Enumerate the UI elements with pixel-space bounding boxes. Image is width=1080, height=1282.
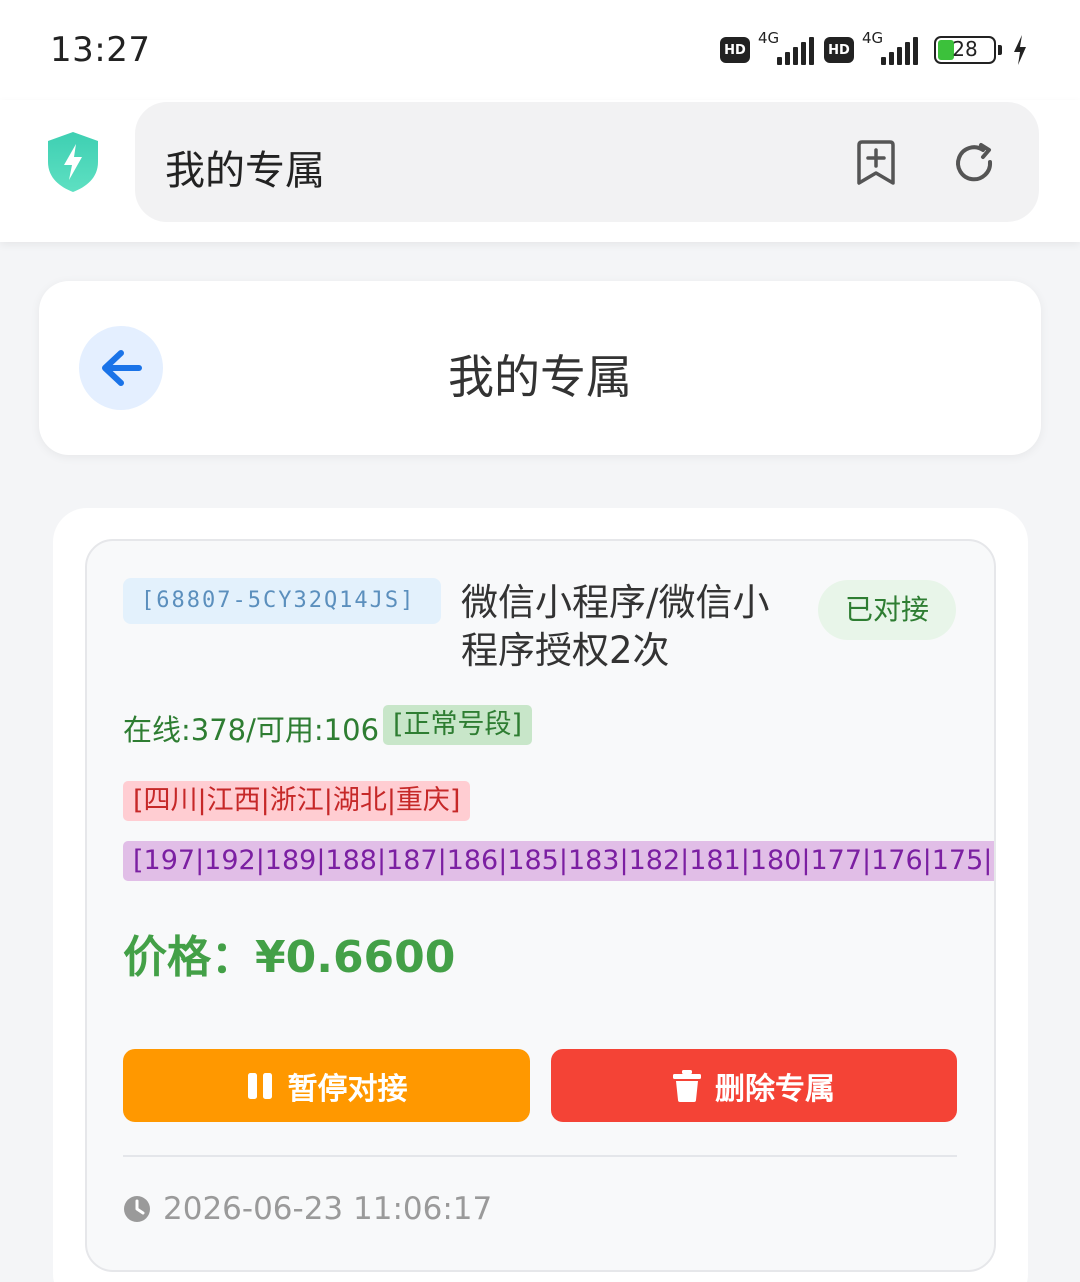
page-header: 我的专属 xyxy=(39,281,1041,455)
address-bar[interactable]: 我的专属 xyxy=(135,102,1039,222)
browser-bar: 我的专属 xyxy=(0,100,1080,242)
status-badge: 已对接 xyxy=(818,580,956,640)
prefixes-row: [197|192|189|188|187|186|185|183|182|181… xyxy=(123,841,994,881)
regions-tag: [四川|江西|浙江|湖北|重庆] xyxy=(123,781,471,821)
status-icons: HD 4G HD 4G 28 xyxy=(720,29,1028,70)
pause-docking-button[interactable]: 暂停对接 xyxy=(123,1049,530,1122)
segment-tag: [正常号段] xyxy=(383,705,533,745)
pause-docking-label: 暂停对接 xyxy=(287,1071,408,1107)
service-name: 微信小程序/微信小程序授权2次 xyxy=(461,581,770,672)
hd-voice-icon-2: HD xyxy=(824,37,854,63)
charging-icon xyxy=(1014,35,1026,65)
pause-icon xyxy=(247,1072,272,1099)
trash-icon xyxy=(673,1069,701,1102)
item-code-badge: [68807-5CY32Q14JS] xyxy=(123,578,441,624)
card-divider xyxy=(123,1155,957,1157)
page-title: 我的专属 xyxy=(448,350,632,404)
created-time: 2026-06-23 11:06:17 xyxy=(123,1191,492,1227)
online-count: 在线:378/可用:106 xyxy=(123,713,380,747)
prefixes-tag: [197|192|189|188|187|186|185|183|182|181… xyxy=(123,841,994,881)
shield-bolt-icon xyxy=(48,132,98,192)
network-type-label-2: 4G xyxy=(862,29,884,47)
battery-icon: 28 xyxy=(934,36,1002,64)
address-bar-title: 我的专属 xyxy=(165,148,325,194)
delete-exclusive-button[interactable]: 删除专属 xyxy=(551,1049,957,1122)
signal-icon-2: 4G xyxy=(862,29,920,69)
signal-icon: 4G xyxy=(758,29,816,69)
network-type-label: 4G xyxy=(758,29,780,47)
content-card: [68807-5CY32Q14JS] 微信小程序/微信小程序授权2次 已对接 在… xyxy=(53,508,1028,1282)
created-time-text: 2026-06-23 11:06:17 xyxy=(163,1191,493,1227)
bookmark-add-icon[interactable] xyxy=(855,140,897,186)
clock-icon xyxy=(124,1196,150,1222)
battery-level: 28 xyxy=(952,37,978,61)
status-bar: 13:27 HD 4G HD 4G 28 xyxy=(0,0,1080,100)
exclusive-item-card: [68807-5CY32Q14JS] 微信小程序/微信小程序授权2次 已对接 在… xyxy=(85,539,996,1272)
reload-icon[interactable] xyxy=(953,142,997,186)
hd-voice-icon: HD xyxy=(720,37,750,63)
delete-exclusive-label: 删除专属 xyxy=(715,1071,835,1107)
status-time: 13:27 xyxy=(50,30,151,70)
price-label: 价格：¥0.6600 xyxy=(123,932,456,983)
